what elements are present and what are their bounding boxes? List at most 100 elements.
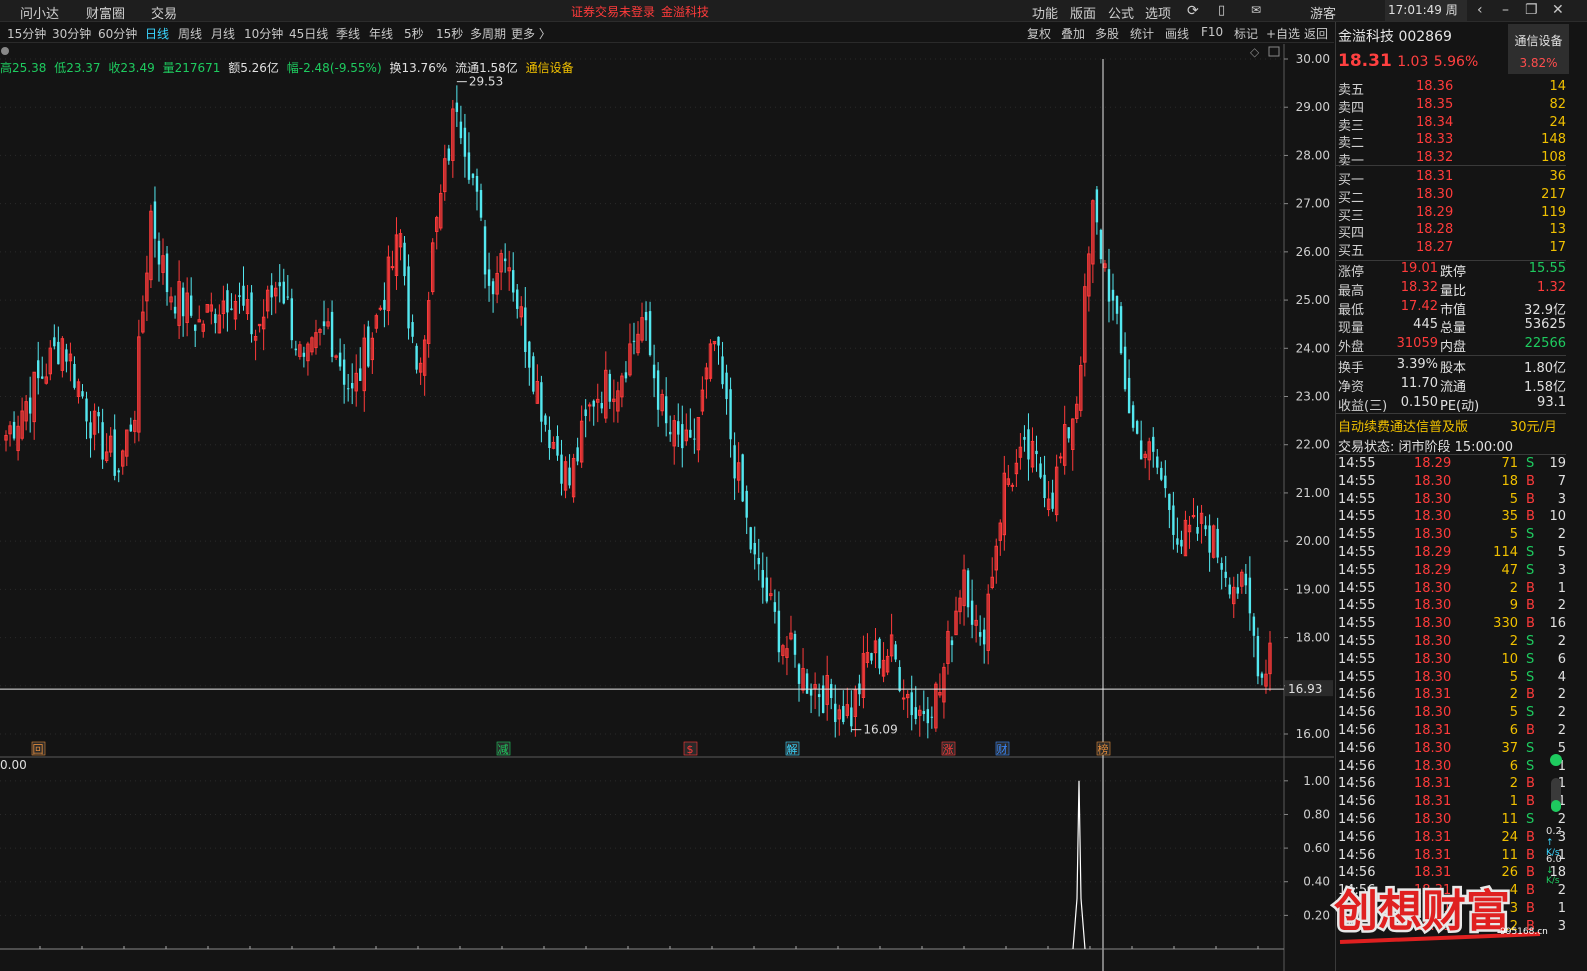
candle-body-down	[733, 445, 736, 479]
tool-fuquan[interactable]: 复权	[1027, 25, 1051, 42]
info-sector[interactable]: 通信设备	[526, 61, 574, 75]
back-icon[interactable]: ‹	[1477, 2, 1483, 18]
tool-mark[interactable]: 标记	[1234, 25, 1258, 42]
period-monthly[interactable]: 月线	[211, 25, 235, 42]
candle-body-down	[656, 370, 660, 410]
candle-body-down	[1095, 189, 1099, 223]
period-daily[interactable]: 日线	[145, 25, 169, 42]
tool-add-watchlist[interactable]: +自选	[1266, 25, 1300, 42]
bid-price: 18.28	[1416, 222, 1454, 238]
maximize-icon[interactable]: ❐	[1525, 2, 1538, 18]
menu-item-function[interactable]: 功能	[1032, 3, 1058, 22]
tick-row: 14:56 18.31 12 B 3	[1336, 919, 1566, 937]
candle-body-down	[532, 356, 535, 392]
candle-body-down	[817, 694, 821, 698]
tool-draw[interactable]: 画线	[1165, 25, 1189, 42]
tick-price: 18.30	[1414, 527, 1452, 543]
period-30min[interactable]: 30分钟	[52, 25, 91, 42]
info-close: 收23.49	[108, 61, 155, 75]
candle-body-down	[290, 298, 294, 341]
tick-count: 3	[1557, 562, 1566, 578]
tick-volume: 6	[1509, 758, 1518, 774]
candle-body-down	[503, 258, 507, 262]
industry-badge[interactable]: 通信设备 3.82%	[1508, 24, 1569, 74]
menu-item-wenxiaoda[interactable]: 问小达	[20, 3, 59, 22]
period-45day[interactable]: 45日线	[289, 25, 328, 42]
stat2-row: 换手 3.39% 股本 1.80亿	[1336, 357, 1566, 376]
speed-widget[interactable]: 0.2 ↑ K/s 6.0 ↓ K/s	[1546, 742, 1570, 932]
period-weekly[interactable]: 周线	[178, 25, 202, 42]
tick-price: 18.31	[1414, 776, 1452, 792]
ask-row: 卖四 18.35 82	[1336, 97, 1566, 116]
period-60min[interactable]: 60分钟	[98, 25, 137, 42]
candle-body-down	[483, 226, 487, 275]
candle-body-down	[342, 359, 346, 385]
y-tick-label: 22.00	[1296, 438, 1330, 452]
candle-body-down	[89, 422, 92, 439]
promo-row[interactable]: 自动续费通达信普及版 30元/月	[1336, 416, 1566, 435]
login-notice[interactable]: 证券交易未登录	[571, 3, 655, 20]
stat-value: 19.01	[1400, 261, 1438, 276]
period-more[interactable]: 更多 〉	[511, 25, 551, 42]
candle-body-down	[970, 600, 974, 625]
candle-body-down	[53, 337, 56, 347]
menu-item-caifuquan[interactable]: 财富圈	[86, 3, 125, 22]
tool-stats[interactable]: 统计	[1130, 25, 1154, 42]
period-quarterly[interactable]: 季线	[336, 25, 360, 42]
tick-volume: 10	[1501, 651, 1518, 667]
guest-label[interactable]: 游客	[1310, 3, 1336, 22]
period-5sec[interactable]: 5秒	[404, 25, 424, 42]
speed-indicator-icon	[1550, 754, 1562, 766]
tool-overlay[interactable]: 叠加	[1061, 25, 1085, 42]
ask-row: 卖二 18.33 148	[1336, 132, 1566, 151]
stock-name[interactable]: 金溢科技 002869	[1338, 26, 1452, 46]
industry-name: 通信设备	[1514, 34, 1563, 48]
tool-f10[interactable]: F10	[1201, 25, 1223, 39]
kline-chart[interactable]: 30.00 29.00 28.00 27.00 26.00 25.00 24.00 23.00…	[0, 44, 1334, 971]
candle-body-down	[12, 421, 16, 439]
minimize-icon[interactable]: –	[1502, 2, 1509, 18]
tick-price: 18.30	[1414, 705, 1452, 721]
candle-body-down	[1156, 456, 1159, 468]
refresh-icon[interactable]: ⟳	[1187, 3, 1199, 19]
stat-row: 现量 445 总量 53625	[1336, 317, 1566, 336]
quote-panel: 金溢科技 002869 18.31 1.03 5.96% 通信设备 3.82% 卖…	[1335, 22, 1587, 971]
ask-label: 卖三	[1338, 118, 1365, 134]
period-10min[interactable]: 10分钟	[244, 25, 283, 42]
candle-body-down	[294, 348, 298, 351]
mail-icon[interactable]: ✉	[1251, 3, 1261, 17]
ask-volume: 24	[1549, 114, 1566, 130]
candle-body-down	[1119, 306, 1123, 354]
indicator-spike	[1072, 780, 1086, 950]
tick-price: 18.30	[1414, 812, 1452, 827]
tool-multistock[interactable]: 多股	[1095, 25, 1119, 42]
tick-volume: 2	[1509, 687, 1518, 703]
period-multi[interactable]: 多周期	[470, 25, 506, 42]
last-price: 18.31	[1338, 51, 1392, 71]
tick-time: 14:56	[1338, 829, 1376, 845]
candle-body-down	[717, 336, 720, 346]
menu-item-trade[interactable]: 交易	[151, 3, 177, 22]
stat-value: 18.32	[1400, 279, 1438, 295]
candle-body-down	[242, 285, 245, 306]
menu-item-formula[interactable]: 公式	[1108, 3, 1134, 22]
menu-item-options[interactable]: 选项	[1145, 3, 1171, 22]
menu-item-layout[interactable]: 版面	[1070, 3, 1096, 22]
close-icon[interactable]: ✕	[1552, 2, 1564, 18]
period-15sec[interactable]: 15秒	[436, 25, 463, 42]
candle-body-down	[576, 447, 579, 462]
y-tick-label: 18.00	[1296, 631, 1330, 645]
stat-label-2: 量比	[1440, 283, 1467, 299]
phone-icon[interactable]: ▯	[1218, 3, 1225, 18]
tick-count: 1	[1557, 580, 1566, 596]
candle-body-down	[487, 269, 491, 286]
candle-body-down	[455, 102, 459, 112]
y-tick-label: 28.00	[1296, 148, 1330, 162]
price-chart-svg[interactable]: 30.00 29.00 28.00 27.00 26.00 25.00 24.00 23.00…	[0, 44, 1334, 971]
candle-body-down	[870, 652, 873, 661]
tick-time: 14:56	[1338, 740, 1376, 756]
period-15min[interactable]: 15分钟	[7, 25, 46, 42]
period-yearly[interactable]: 年线	[369, 25, 393, 42]
tool-back[interactable]: 返回	[1304, 25, 1328, 42]
y-tick-label: 19.00	[1296, 582, 1330, 596]
